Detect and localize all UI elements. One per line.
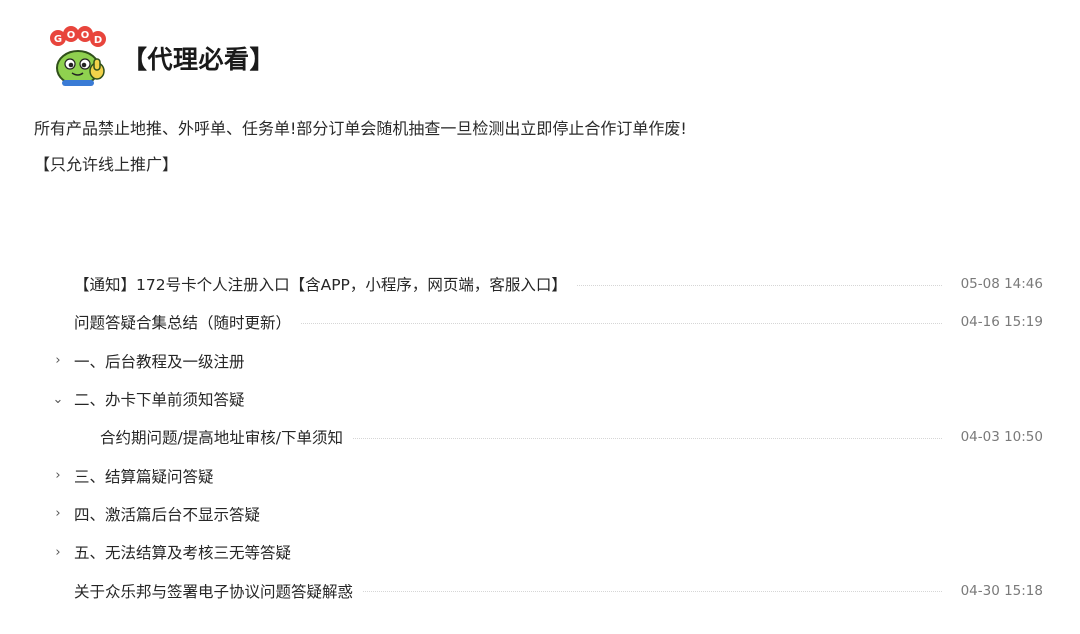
doc-item-label: 合约期问题/提高地址审核/下单须知 [100,426,353,449]
folder-item-label: 四、激活篇后台不显示答疑 [74,502,271,525]
folder-item-activation[interactable]: › 四、激活篇后台不显示答疑 [0,495,1080,533]
chevron-right-icon[interactable]: › [52,495,64,533]
doc-item-label: 关于众乐邦与签署电子协议问题答疑解惑 [74,579,364,602]
doc-item-registration-entry[interactable]: 【通知】172号卡个人注册入口【含APP，小程序，网页端，客服入口】 05-08… [0,265,1080,303]
page-title: 【代理必看】 [122,45,276,74]
notice-text: 所有产品禁止地推、外呼单、任务单!部分订单会随机抽查一旦检测出立即停止合作订单作… [34,119,687,138]
leader-line [301,322,942,324]
good-mascot-logo: G O O D [48,26,110,90]
svg-text:O: O [67,30,76,41]
folder-item-label: 二、办卡下单前须知答疑 [74,388,255,411]
doc-item-date: 04-03 10:50 [954,429,1043,446]
leader-line [576,284,942,286]
svg-text:O: O [81,30,90,41]
leader-line [363,591,942,593]
folder-item-order-notes[interactable]: ⌄ 二、办卡下单前须知答疑 [0,380,1080,418]
doc-item-faq-summary[interactable]: 问题答疑合集总结（随时更新） 04-16 15:19 [0,303,1080,341]
notice-subtext: 【只允许线上推广】 [34,155,179,174]
chevron-right-icon[interactable]: › [52,457,64,495]
doc-item-label: 问题答疑合集总结（随时更新） [74,311,302,334]
folder-item-backend-tutorial[interactable]: › 一、后台教程及一级注册 [0,342,1080,380]
chevron-right-icon[interactable]: › [52,533,64,571]
document-tree: 【通知】172号卡个人注册入口【含APP，小程序，网页端，客服入口】 05-08… [0,265,1080,610]
folder-item-assessment[interactable]: › 五、无法结算及考核三无等答疑 [0,533,1080,571]
svg-text:G: G [54,34,62,45]
chevron-right-icon[interactable]: › [52,342,64,380]
chevron-down-icon[interactable]: ⌄ [52,380,64,418]
folder-item-label: 五、无法结算及考核三无等答疑 [74,541,302,564]
header: G O O D 【代理必看】 [48,26,275,90]
doc-item-date: 05-08 14:46 [954,276,1043,293]
folder-item-label: 一、后台教程及一级注册 [74,349,255,372]
doc-item-label: 【通知】172号卡个人注册入口【含APP，小程序，网页端，客服入口】 [74,273,577,296]
folder-item-label: 三、结算篇疑问答疑 [74,464,224,487]
doc-item-date: 04-16 15:19 [954,314,1043,331]
svg-text:D: D [94,35,102,46]
doc-item-date: 04-30 15:18 [954,582,1043,599]
folder-item-settlement[interactable]: › 三、结算篇疑问答疑 [0,456,1080,494]
leader-line [352,437,942,439]
doc-item-contract-period[interactable]: 合约期问题/提高地址审核/下单须知 04-03 10:50 [0,418,1080,456]
doc-item-e-agreement[interactable]: 关于众乐邦与签署电子协议问题答疑解惑 04-30 15:18 [0,571,1080,609]
